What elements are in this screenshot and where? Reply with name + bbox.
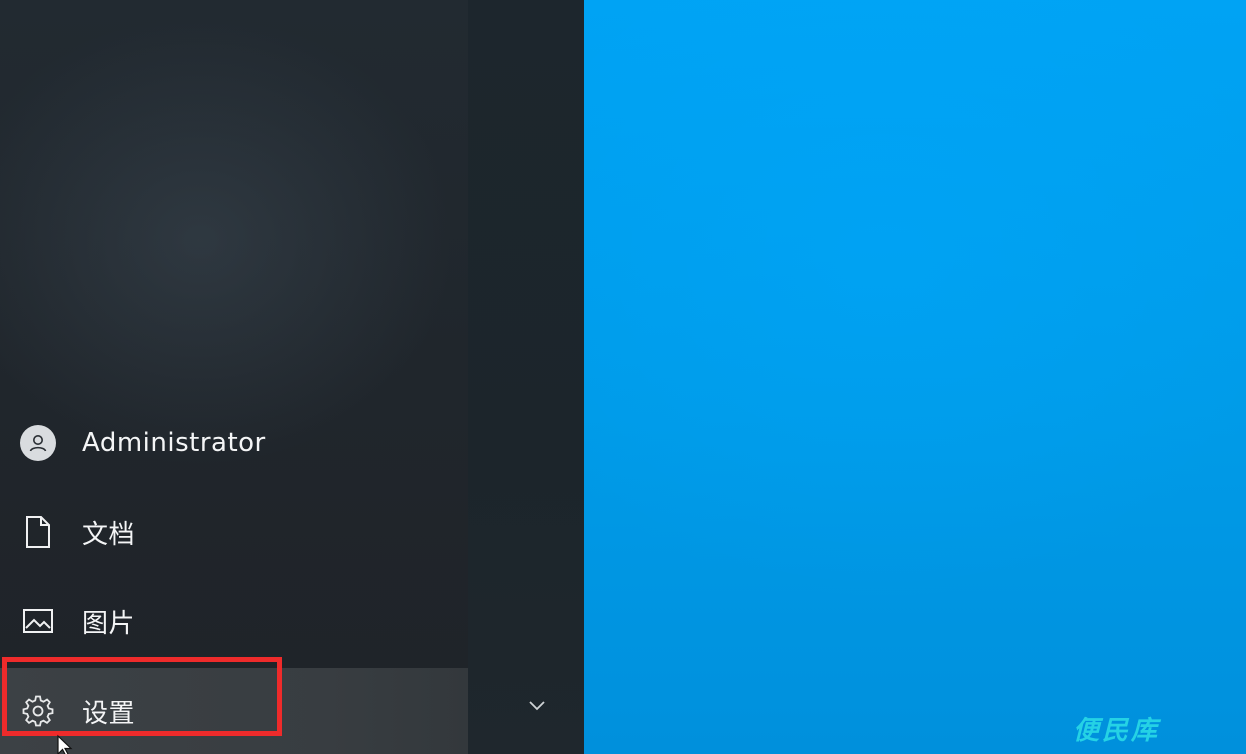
nav-item-documents[interactable]: 文档 [0, 489, 468, 575]
nav-item-user-account[interactable]: Administrator [0, 400, 468, 486]
start-menu-tile-area [468, 0, 584, 754]
screen: Administrator 文档 图片 设置 便民库 [0, 0, 1246, 754]
desktop-wallpaper [584, 0, 1246, 754]
pictures-label: 图片 [82, 608, 136, 639]
user-name-label: Administrator [82, 428, 266, 458]
document-icon [20, 514, 56, 550]
gear-icon [20, 693, 56, 729]
image-icon [20, 603, 56, 639]
watermark-logo: 便民库 [1072, 716, 1160, 746]
avatar [20, 425, 56, 461]
chevron-down-icon[interactable] [522, 694, 552, 718]
user-avatar-icon [20, 425, 56, 461]
nav-item-pictures[interactable]: 图片 [0, 578, 468, 664]
mouse-pointer-icon [56, 734, 74, 754]
settings-label: 设置 [82, 698, 136, 729]
documents-label: 文档 [82, 519, 136, 550]
